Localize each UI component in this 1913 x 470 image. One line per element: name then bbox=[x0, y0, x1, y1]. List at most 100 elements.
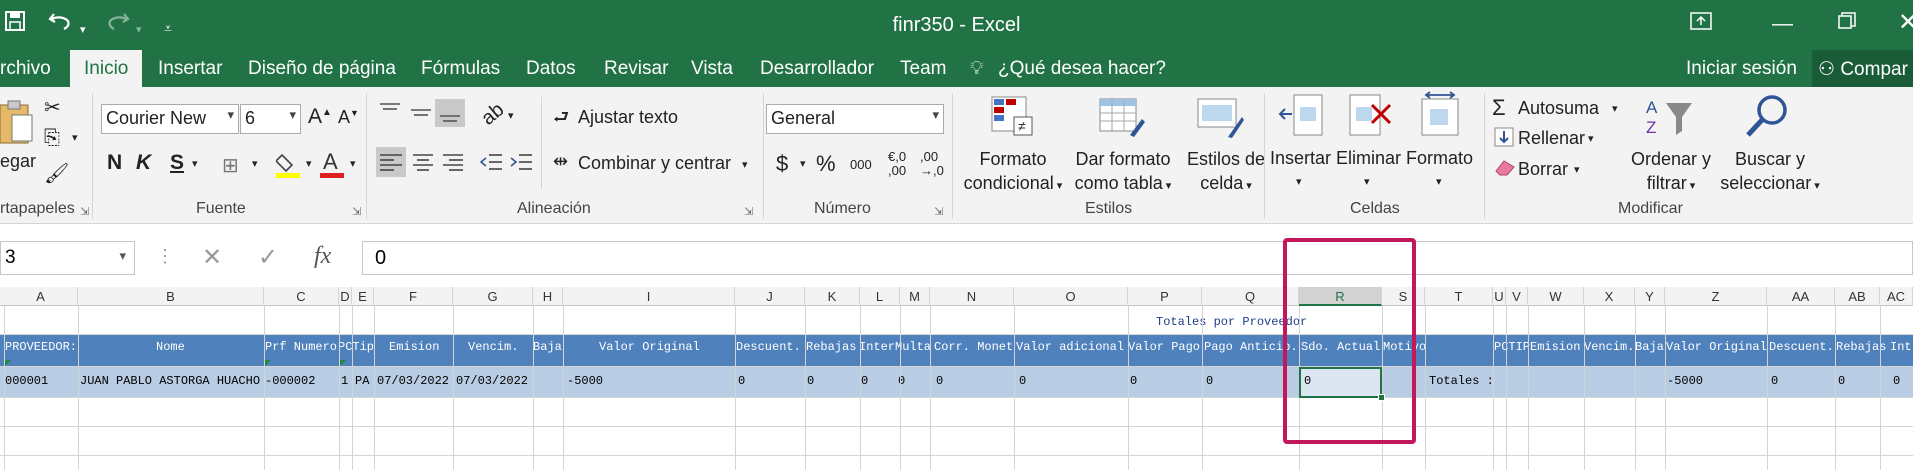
alignment-launcher-icon[interactable]: ⇲ bbox=[744, 205, 753, 218]
data-cell[interactable]: 000001 bbox=[5, 374, 48, 388]
name-box[interactable]: 3 ▾ bbox=[0, 241, 135, 275]
underline-button[interactable]: S bbox=[170, 151, 184, 175]
col-header-g[interactable]: G bbox=[453, 287, 533, 306]
data-cell[interactable]: -000002 bbox=[265, 374, 315, 388]
tab-vista[interactable]: Vista bbox=[691, 58, 733, 80]
tab-datos[interactable]: Datos bbox=[526, 58, 576, 80]
copy-icon[interactable]: ⎘ bbox=[44, 127, 60, 150]
autosum-icon[interactable]: Σ bbox=[1492, 95, 1506, 121]
data-cell[interactable]: 07/03/2022 bbox=[377, 374, 449, 388]
currency-dropdown-icon[interactable]: ▾ bbox=[800, 157, 806, 170]
align-right-icon[interactable] bbox=[440, 149, 466, 180]
insert-dropdown-icon[interactable]: ▾ bbox=[1296, 175, 1302, 188]
align-middle-icon[interactable] bbox=[409, 101, 433, 128]
fill-color-dropdown-icon[interactable]: ▾ bbox=[306, 157, 312, 170]
magnifier-icon[interactable] bbox=[1744, 93, 1790, 144]
data-cell[interactable]: 0 bbox=[936, 374, 943, 388]
insert-cells-icon[interactable] bbox=[1278, 93, 1326, 144]
data-cell[interactable]: Totales : bbox=[1429, 374, 1494, 388]
header-cell[interactable]: Corr. Monet bbox=[934, 340, 1013, 354]
orientation-dropdown-icon[interactable]: ▾ bbox=[508, 109, 514, 122]
header-cell[interactable]: Descuent. bbox=[736, 340, 801, 354]
col-header-w[interactable]: W bbox=[1528, 287, 1584, 306]
format-as-table-icon[interactable] bbox=[1098, 95, 1146, 144]
wrap-text-icon[interactable]: ⮐ bbox=[553, 105, 569, 135]
header-cell[interactable]: Vencim. bbox=[1584, 340, 1634, 354]
data-cell[interactable]: -5000 bbox=[1667, 374, 1703, 388]
font-launcher-icon[interactable]: ⇲ bbox=[352, 205, 361, 218]
tab-insertar[interactable]: Insertar bbox=[158, 58, 222, 80]
fill-icon[interactable] bbox=[1494, 127, 1514, 152]
copy-dropdown-icon[interactable]: ▾ bbox=[72, 131, 78, 144]
header-cell[interactable]: Valor adicional bbox=[1016, 340, 1124, 354]
format-painter-icon[interactable]: 🖌︎ bbox=[44, 161, 69, 186]
font-color-icon[interactable]: A bbox=[320, 149, 346, 184]
cell-styles-button[interactable]: Estilos de celda ▾ bbox=[1176, 147, 1276, 198]
delete-dropdown-icon[interactable]: ▾ bbox=[1364, 175, 1370, 188]
header-cell[interactable]: Descuent. bbox=[1769, 340, 1834, 354]
col-header-d[interactable]: D bbox=[339, 287, 352, 306]
header-cell[interactable]: Vencim. bbox=[468, 340, 518, 354]
orientation-icon[interactable]: ab bbox=[477, 99, 509, 131]
percent-button[interactable]: % bbox=[816, 151, 836, 177]
grow-font-icon[interactable]: A▲ bbox=[308, 105, 332, 129]
clipboard-launcher-icon[interactable]: ⇲ bbox=[80, 205, 89, 218]
col-header-f[interactable]: F bbox=[374, 287, 453, 306]
col-header-n[interactable]: N bbox=[930, 287, 1014, 306]
delete-cells-button[interactable]: Eliminar bbox=[1336, 148, 1401, 169]
align-top-icon[interactable] bbox=[378, 101, 402, 128]
data-cell[interactable]: 0 bbox=[1771, 374, 1778, 388]
autosum-button[interactable]: Autosuma bbox=[1518, 98, 1599, 119]
data-cell[interactable]: 0 bbox=[861, 374, 868, 388]
tab-archivo[interactable]: rchivo bbox=[0, 58, 51, 80]
header-cell[interactable]: Inter bbox=[859, 340, 895, 354]
underline-dropdown-icon[interactable]: ▾ bbox=[192, 157, 198, 170]
font-color-dropdown-icon[interactable]: ▾ bbox=[350, 157, 356, 170]
delete-cells-icon[interactable] bbox=[1346, 93, 1394, 144]
col-header-aa[interactable]: AA bbox=[1767, 287, 1835, 306]
col-header-x[interactable]: X bbox=[1584, 287, 1635, 306]
comma-style-button[interactable]: 000 bbox=[850, 157, 872, 172]
col-header-e[interactable]: E bbox=[352, 287, 374, 306]
tab-inicio[interactable]: Inicio bbox=[70, 50, 143, 87]
tab-desarrollador[interactable]: Desarrollador bbox=[760, 58, 874, 80]
clear-dropdown-icon[interactable]: ▾ bbox=[1574, 163, 1580, 176]
worksheet-grid[interactable]: A B C D E F G H I J K L M N O P Q R S T … bbox=[0, 287, 1913, 470]
sheet-row-4[interactable] bbox=[0, 398, 1913, 427]
insert-function-icon[interactable]: fx bbox=[314, 243, 331, 270]
close-icon[interactable]: ✕ bbox=[1898, 8, 1913, 37]
insert-cells-button[interactable]: Insertar bbox=[1270, 148, 1331, 169]
col-header-h[interactable]: H bbox=[533, 287, 563, 306]
sheet-row-1[interactable]: Totales por Proveedor bbox=[0, 306, 1913, 335]
bold-button[interactable]: N bbox=[107, 151, 122, 175]
data-cell[interactable]: 0 bbox=[1893, 374, 1900, 388]
autosum-dropdown-icon[interactable]: ▾ bbox=[1612, 102, 1618, 115]
align-bottom-icon[interactable] bbox=[435, 99, 465, 127]
sheet-row-5[interactable] bbox=[0, 427, 1913, 456]
col-header-u[interactable]: U bbox=[1493, 287, 1506, 306]
format-cells-button[interactable]: Formato bbox=[1406, 148, 1473, 169]
header-cell[interactable]: Emision bbox=[1530, 340, 1580, 354]
data-cell[interactable]: 0 bbox=[738, 374, 745, 388]
cancel-icon[interactable]: ✕ bbox=[202, 243, 222, 272]
increase-decimal-button[interactable]: €,0 ,00 bbox=[888, 149, 918, 181]
tab-formulas[interactable]: Fórmulas bbox=[421, 58, 500, 80]
col-header-p[interactable]: P bbox=[1128, 287, 1202, 306]
merge-center-icon[interactable]: ⇹ bbox=[553, 151, 568, 172]
col-header-t[interactable]: T bbox=[1425, 287, 1493, 306]
conditional-format-button[interactable]: Formato condicional ▾ bbox=[958, 147, 1068, 198]
data-cell[interactable]: PA bbox=[355, 374, 369, 388]
borders-icon[interactable]: ⊞ bbox=[222, 153, 239, 178]
merge-center-button[interactable]: Combinar y centrar bbox=[578, 153, 731, 174]
align-center-icon[interactable] bbox=[410, 149, 436, 180]
find-select-button[interactable]: Buscar y seleccionar ▾ bbox=[1710, 147, 1830, 198]
header-cell[interactable]: Valor Pago bbox=[1128, 340, 1200, 354]
merge-dropdown-icon[interactable]: ▾ bbox=[742, 158, 748, 171]
header-cell[interactable]: Rebajas bbox=[806, 340, 856, 354]
cell-styles-icon[interactable] bbox=[1196, 95, 1244, 144]
col-header-c[interactable]: C bbox=[264, 287, 339, 306]
header-cell[interactable]: Emision bbox=[389, 340, 439, 354]
number-format-combo[interactable]: General ▾ bbox=[766, 104, 944, 134]
col-header-o[interactable]: O bbox=[1014, 287, 1128, 306]
header-cell[interactable]: Baja bbox=[1635, 340, 1664, 354]
